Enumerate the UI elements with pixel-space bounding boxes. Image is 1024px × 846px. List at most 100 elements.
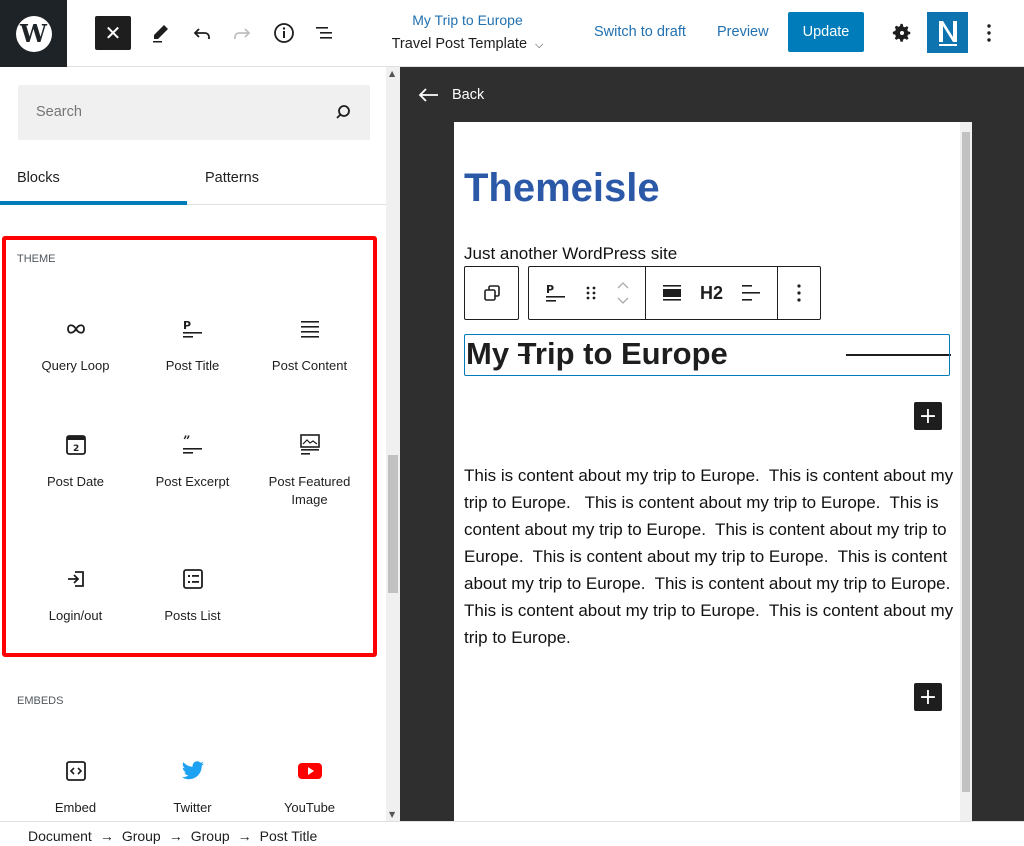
block-youtube[interactable]: YouTube [251,757,368,817]
undo-button[interactable] [184,16,220,50]
redo-button[interactable] [224,16,260,50]
back-label: Back [452,87,485,103]
post-excerpt-icon: ” [182,435,202,454]
list-view-button[interactable] [306,16,342,50]
block-post-title[interactable]: P Post Title [134,315,251,375]
template-preview-frame: Themeisle Just another WordPress site P … [454,122,972,821]
block-label: Post Featured Image [268,474,351,507]
block-posts-list[interactable]: Posts List [134,565,251,625]
plugin-n-button[interactable] [927,12,968,53]
sidebar-scrollbar[interactable]: ▲ ▼ [386,67,400,821]
block-label: Post Excerpt [155,474,230,489]
back-button[interactable]: Back [418,87,484,103]
text-align-icon[interactable] [741,283,761,303]
block-breadcrumb-bar: Document → Group → Group → Post Title [0,821,1024,846]
block-login-out[interactable]: Login/out [17,565,134,625]
canvas-scrollbar-thumb[interactable] [962,132,970,792]
inserter-tabs: Blocks Patterns [0,163,386,205]
edit-tools-button[interactable] [142,16,178,50]
add-block-button[interactable]: + [914,402,942,430]
arrow-right-icon: → [237,828,252,844]
block-label: Posts List [164,608,221,623]
query-loop-icon [66,324,85,334]
breadcrumb-item-group-inner[interactable]: Group [191,828,230,844]
options-menu-button[interactable] [971,16,1007,50]
undo-icon [193,28,210,39]
list-view-icon [316,27,332,39]
plugin-n-logo-icon [938,20,957,46]
template-dropdown[interactable]: Travel Post Template ⌵ [380,36,555,52]
heading-level-button[interactable]: H2 [700,283,723,304]
post-title-block[interactable]: My Trip to Europe [464,334,950,376]
scroll-down-arrow-icon[interactable]: ▼ [389,810,395,819]
twitter-icon [181,761,204,780]
embed-icon [65,761,86,781]
plus-icon: + [918,403,938,429]
block-label: Post Date [46,474,105,489]
block-label: Login/out [48,608,103,623]
gear-icon [892,23,911,42]
block-label: Twitter [173,800,212,815]
template-name: Travel Post Template [391,36,528,52]
block-embed[interactable]: Embed [17,757,134,817]
sidebar-scrollbar-thumb[interactable] [388,455,398,593]
breadcrumb-item-group[interactable]: Group [122,828,161,844]
breadcrumb-item-document[interactable]: Document [28,828,92,844]
post-featured-image-icon [299,434,320,455]
switch-to-draft-button[interactable]: Switch to draft [594,24,686,40]
tab-blocks[interactable]: Blocks [0,163,187,205]
arrow-right-icon: → [168,828,183,844]
block-post-content[interactable]: Post Content [251,315,368,375]
settings-button[interactable] [884,16,920,50]
more-vertical-icon [987,24,991,42]
select-parent-button[interactable] [464,266,519,320]
wordpress-logo-icon: W [15,15,52,52]
site-title[interactable]: Themeisle [464,166,660,211]
drag-handle-icon[interactable] [585,285,597,301]
post-date-icon: 2 [65,435,86,455]
block-post-date[interactable]: 2 Post Date [17,431,134,491]
document-title-link[interactable]: My Trip to Europe [380,12,555,28]
post-content-icon [300,321,319,338]
add-block-button-bottom[interactable]: + [914,683,942,711]
post-content-block[interactable]: This is content about my trip to Europe.… [464,462,954,651]
site-tagline[interactable]: Just another WordPress site [464,244,677,264]
chevron-down-icon: ⌵ [535,39,544,51]
close-inserter-button[interactable]: ✕ [95,16,131,50]
redo-icon [234,28,251,39]
post-title-block-type-icon[interactable]: P [545,283,567,303]
update-button[interactable]: Update [788,12,864,52]
move-up-down-icon[interactable] [615,279,631,307]
breadcrumb: Document → Group → Group → Post Title [28,828,317,844]
block-label: Post Content [271,358,348,373]
edit-pencil-icon [153,25,168,43]
more-options-icon[interactable] [796,283,802,303]
details-button[interactable] [266,16,302,50]
info-icon [274,23,294,43]
block-twitter[interactable]: Twitter [134,757,251,817]
search-placeholder: Search [36,104,82,120]
wordpress-logo-button[interactable]: W [0,0,67,67]
scroll-up-arrow-icon[interactable]: ▲ [389,69,395,78]
block-post-excerpt[interactable]: ” Post Excerpt [134,431,251,491]
align-wide-icon[interactable] [662,283,682,303]
svg-text:2: 2 [73,444,79,454]
block-post-featured-image[interactable]: Post Featured Image [251,431,368,509]
posts-list-icon [182,569,203,589]
block-inserter-panel: Search Blocks Patterns THEME Query Loop … [0,67,400,821]
tab-patterns[interactable]: Patterns [205,163,259,205]
canvas-scrollbar[interactable] [960,122,972,821]
svg-text:”: ” [183,435,190,449]
block-query-loop[interactable]: Query Loop [17,315,134,375]
editor-header: W ✕ My Trip to Europe Travel Post Templa… [0,0,1024,67]
block-toolbar: P H2 [528,266,822,320]
arrow-right-icon: → [99,828,114,844]
preview-button[interactable]: Preview [717,24,769,40]
block-label: Query Loop [41,358,110,373]
category-label-embeds: EMBEDS [17,695,64,707]
svg-text:P: P [183,319,191,332]
search-icon [336,105,350,119]
block-search-input[interactable]: Search [18,85,370,140]
post-title-icon: P [182,319,202,338]
arrow-left-icon [418,88,438,102]
